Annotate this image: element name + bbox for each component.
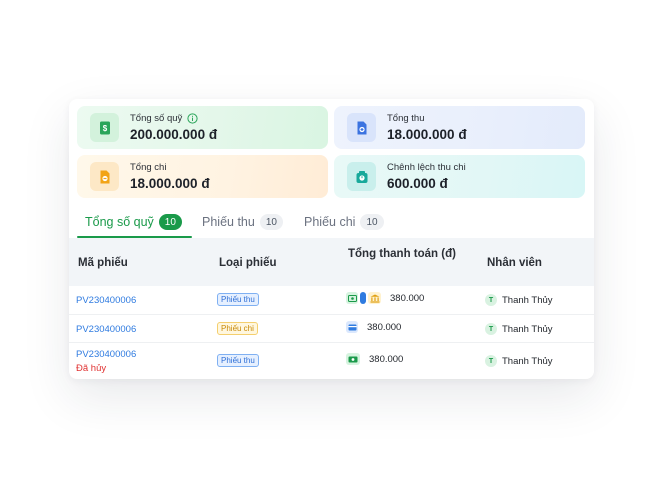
tab-label: Phiếu chi — [304, 215, 356, 229]
stat-label: Tổng thu — [387, 113, 425, 124]
table-row[interactable]: PV230400006 Đã hủy Phiếu thu 380.000 T T… — [69, 343, 594, 379]
cash-icon — [346, 292, 358, 304]
receipt-out-icon — [90, 162, 119, 191]
info-icon[interactable] — [187, 113, 198, 124]
stat-card-income-expense-diff: Chênh lệch thu chi 600.000 đ — [334, 155, 585, 198]
voucher-type-badge: Phiếu thu — [217, 293, 259, 306]
avatar: T — [485, 323, 497, 335]
column-header-staff: Nhân viên — [487, 257, 542, 269]
bank-icon — [368, 292, 381, 304]
staff-cell: T Thanh Thủy — [485, 294, 553, 306]
tab-total-fund[interactable]: Tổng số quỹ 10 — [85, 210, 182, 234]
tab-receipts[interactable]: Phiếu thu 10 — [202, 210, 283, 234]
scale-icon — [347, 162, 376, 191]
staff-name: Thanh Thủy — [502, 355, 553, 367]
canceled-status: Đã hủy — [76, 363, 107, 374]
tab-label: Phiếu thu — [202, 215, 255, 229]
tab-count-badge: 10 — [360, 214, 384, 230]
staff-name: Thanh Thủy — [502, 294, 553, 306]
column-header-total-payment: Tổng thanh toán (đ) — [348, 248, 456, 260]
payment-amount: 380.000 — [369, 353, 404, 365]
voucher-code-link[interactable]: PV230400006 — [76, 295, 136, 306]
tab-count-badge: 10 — [259, 214, 283, 230]
tab-payments[interactable]: Phiếu chi 10 — [304, 210, 384, 234]
stat-label: Tổng chi — [130, 162, 167, 173]
receipt-in-icon — [347, 113, 376, 142]
staff-cell: T Thanh Thủy — [485, 323, 553, 335]
avatar: T — [485, 355, 497, 367]
table-row[interactable]: PV230400006 Phiếu chi 380.000 T Thanh Th… — [69, 315, 594, 343]
voucher-type-badge: Phiếu thu — [217, 354, 259, 367]
stat-label: Tổng số quỹ — [130, 113, 183, 124]
avatar: T — [485, 294, 497, 306]
payment-cell: 380.000 — [346, 292, 424, 304]
voucher-code-link[interactable]: PV230400006 — [76, 324, 136, 335]
tab-bar: Tổng số quỹ 10 Phiếu thu 10 Phiếu chi 10 — [69, 202, 594, 238]
payment-cell: 380.000 — [346, 353, 403, 365]
tab-label: Tổng số quỹ — [85, 215, 154, 229]
staff-name: Thanh Thủy — [502, 323, 553, 335]
stat-value: 600.000 đ — [387, 176, 448, 191]
stat-card-total-fund: $ Tổng số quỹ 200.000.000 đ — [77, 106, 328, 149]
stat-value: 200.000.000 đ — [130, 127, 218, 142]
payment-amount: 380.000 — [367, 321, 402, 333]
stat-value: 18.000.000 đ — [130, 176, 210, 191]
payment-amount: 380.000 — [390, 292, 425, 304]
tab-count-badge: 10 — [158, 214, 182, 230]
table-header: Mã phiếu Loại phiếu Tổng thanh toán (đ) … — [69, 238, 594, 286]
card-icon — [360, 292, 366, 304]
cash-icon — [346, 353, 360, 365]
svg-text:$: $ — [102, 124, 107, 133]
fund-summary-panel: $ Tổng số quỹ 200.000.000 đ Tổng thu 18.… — [69, 99, 594, 379]
voucher-type-badge: Phiếu chi — [217, 322, 258, 335]
table-row[interactable]: PV230400006 Phiếu thu 380.000 T Thanh Th… — [69, 286, 594, 315]
stat-card-total-income: Tổng thu 18.000.000 đ — [334, 106, 585, 149]
money-note-icon: $ — [90, 113, 119, 142]
stat-value: 18.000.000 đ — [387, 127, 467, 142]
stat-label: Chênh lệch thu chi — [387, 162, 466, 173]
stat-card-total-expense: Tổng chi 18.000.000 đ — [77, 155, 328, 198]
column-header-code: Mã phiếu — [78, 257, 128, 269]
payment-cell: 380.000 — [346, 321, 401, 333]
column-header-type: Loại phiếu — [219, 257, 277, 269]
card-icon — [346, 321, 358, 333]
voucher-code-link[interactable]: PV230400006 — [76, 349, 136, 360]
staff-cell: T Thanh Thủy — [485, 355, 553, 367]
